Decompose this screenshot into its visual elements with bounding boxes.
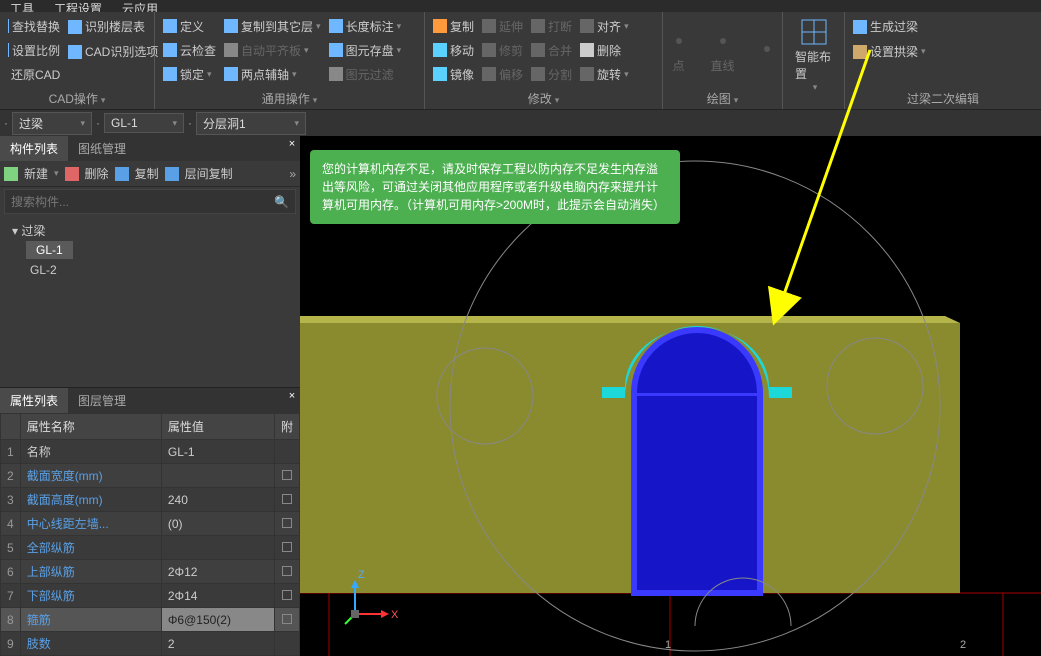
ribbon-btn[interactable]: 锁定▾ bbox=[159, 64, 220, 85]
selector-bar: · 过梁▾ · GL-1▾ · 分层洞1▾ bbox=[0, 110, 1041, 136]
ribbon-group-cad: 查找替换 设置比例 还原CAD 识别楼层表 CAD识别选项 CAD操作▾ bbox=[0, 12, 155, 109]
ribbon-btn[interactable]: 对齐▾ bbox=[576, 16, 633, 37]
table-row[interactable]: 4中心线距左墙...(0) bbox=[1, 512, 300, 536]
axis-x-label: X bbox=[391, 609, 399, 621]
close-icon[interactable]: × bbox=[286, 390, 298, 402]
ribbon-btn[interactable]: 两点辅轴▾ bbox=[220, 64, 325, 85]
memory-warning: 您的计算机内存不足，请及时保存工程以防内存不足发生内存溢出等风险，可通过关闭其他… bbox=[310, 150, 680, 224]
tab-component-list[interactable]: 构件列表 bbox=[0, 136, 68, 161]
ribbon-btn[interactable]: 打断 bbox=[527, 16, 576, 37]
ribbon-group-smart: 智能布置▾ bbox=[783, 12, 845, 109]
ribbon-btn[interactable]: 合并 bbox=[527, 40, 576, 61]
tab-props[interactable]: 属性列表 bbox=[0, 388, 68, 413]
btn-find-replace[interactable]: 查找替换 bbox=[4, 16, 64, 37]
ribbon-btn[interactable]: 分割 bbox=[527, 64, 576, 85]
draw-btn bbox=[745, 14, 789, 86]
ribbon-label: 绘图▾ bbox=[663, 88, 782, 109]
viewport-3d[interactable]: 您的计算机内存不足，请及时保存工程以防内存不足发生内存溢出等风险，可通过关闭其他… bbox=[300, 136, 1041, 656]
dropdown-component-type[interactable]: 过梁▾ bbox=[12, 112, 92, 135]
search-input[interactable]: 搜索构件... 🔍 bbox=[4, 189, 296, 214]
table-row[interactable]: 1名称GL-1 bbox=[1, 440, 300, 464]
ribbon-label: CAD操作▾ bbox=[0, 88, 154, 109]
component-toolbar: 新建▾ 删除 复制 层间复制 » bbox=[0, 161, 300, 187]
tab-drawing-mgmt[interactable]: 图纸管理 bbox=[68, 136, 136, 161]
table-row[interactable]: 5全部纵筋 bbox=[1, 536, 300, 560]
ribbon-btn[interactable]: 图元过滤 bbox=[325, 64, 406, 85]
left-panel: × 构件列表 图纸管理 新建▾ 删除 复制 层间复制 » 搜索构件... 🔍 ▾… bbox=[0, 136, 300, 656]
property-table: 属性名称 属性值 附 1名称GL-12截面宽度(mm)3截面高度(mm)2404… bbox=[0, 413, 300, 656]
draw-btn: 点 bbox=[657, 14, 701, 86]
table-row[interactable]: 3截面高度(mm)240 bbox=[1, 488, 300, 512]
table-row[interactable]: 6上部纵筋2Φ12 bbox=[1, 560, 300, 584]
ribbon-btn[interactable]: 长度标注▾ bbox=[325, 16, 406, 37]
ribbon-btn[interactable]: 移动 bbox=[429, 40, 478, 61]
col-num bbox=[1, 414, 21, 440]
table-row[interactable]: 2截面宽度(mm) bbox=[1, 464, 300, 488]
tree-root[interactable]: ▾ 过梁 bbox=[8, 220, 292, 241]
tree-item[interactable]: GL-1 bbox=[26, 241, 73, 259]
ribbon-btn[interactable]: 复制到其它层▾ bbox=[220, 16, 325, 37]
ribbon-btn[interactable]: 图元存盘▾ bbox=[325, 40, 406, 61]
btn-restore-cad[interactable]: 还原CAD bbox=[4, 64, 64, 85]
ribbon-group-modify: 复制移动镜像 延伸修剪偏移 打断合并分割 对齐▾ 删除旋转▾ 修改▾ bbox=[425, 12, 663, 109]
ribbon-btn[interactable]: 镜像 bbox=[429, 64, 478, 85]
ribbon: 查找替换 设置比例 还原CAD 识别楼层表 CAD识别选项 CAD操作▾ 定义云… bbox=[0, 12, 1041, 110]
table-row[interactable]: 9肢数2 bbox=[1, 632, 300, 656]
ribbon-btn[interactable]: 云检查 bbox=[159, 40, 220, 61]
ribbon-group-draw: 点直线 绘图▾ bbox=[663, 12, 783, 109]
search-icon: 🔍 bbox=[274, 195, 289, 209]
ribbon-btn[interactable]: 自动平齐板▾ bbox=[220, 40, 325, 61]
btn-set-scale[interactable]: 设置比例 bbox=[4, 40, 64, 61]
ribbon-btn[interactable]: 偏移 bbox=[478, 64, 527, 85]
ribbon-label: 修改▾ bbox=[425, 88, 662, 109]
svg-text:1: 1 bbox=[665, 639, 671, 651]
more-icon[interactable]: » bbox=[289, 167, 296, 181]
ribbon-group-lintel: 生成过梁 设置拱梁▾ 过梁二次编辑 bbox=[845, 12, 1041, 109]
axis-z-label: Z bbox=[358, 569, 365, 581]
tree-item[interactable]: GL-2 bbox=[26, 261, 292, 279]
left-tabbar: 构件列表 图纸管理 bbox=[0, 136, 300, 161]
close-icon[interactable]: × bbox=[286, 138, 298, 150]
property-panel: × 属性列表 图层管理 属性名称 属性值 附 1名称GL-12截面宽度(mm)3… bbox=[0, 387, 300, 656]
ribbon-btn[interactable]: 修剪 bbox=[478, 40, 527, 61]
menu-bar: 工具 工程设置 云应用 bbox=[0, 0, 1041, 12]
btn-delete[interactable]: 删除 bbox=[65, 165, 109, 182]
menu-item[interactable]: 云应用 bbox=[112, 0, 168, 12]
svg-text:2: 2 bbox=[960, 639, 966, 651]
ribbon-btn[interactable]: 定义 bbox=[159, 16, 220, 37]
table-row[interactable]: 8箍筋Φ6@150(2) bbox=[1, 608, 300, 632]
tab-layers[interactable]: 图层管理 bbox=[68, 388, 136, 413]
col-name: 属性名称 bbox=[20, 414, 161, 440]
btn-generate-lintel[interactable]: 生成过梁 bbox=[849, 16, 930, 37]
col-attach: 附 bbox=[274, 414, 299, 440]
btn-set-arch[interactable]: 设置拱梁▾ bbox=[849, 41, 930, 62]
btn-cad-options[interactable]: CAD识别选项 bbox=[64, 41, 162, 62]
draw-btn: 直线 bbox=[701, 14, 745, 86]
menu-item[interactable]: 工具 bbox=[0, 0, 44, 12]
menu-item[interactable]: 工程设置 bbox=[44, 0, 112, 12]
btn-identify-floor[interactable]: 识别楼层表 bbox=[64, 16, 162, 37]
dropdown-layer[interactable]: 分层洞1▾ bbox=[196, 112, 306, 135]
smart-place-icon bbox=[800, 18, 828, 46]
btn-copy[interactable]: 复制 bbox=[115, 165, 159, 182]
dropdown-component-name[interactable]: GL-1▾ bbox=[104, 113, 184, 133]
btn-new[interactable]: 新建▾ bbox=[4, 165, 59, 182]
ribbon-group-general: 定义云检查锁定▾ 复制到其它层▾ 自动平齐板▾ 两点辅轴▾ 长度标注▾ 图元存盘▾ 图元过滤… bbox=[155, 12, 425, 109]
btn-smart-place[interactable]: 智能布置▾ bbox=[787, 14, 840, 97]
ribbon-btn[interactable]: 删除 bbox=[576, 40, 633, 61]
col-value: 属性值 bbox=[161, 414, 274, 440]
ribbon-btn[interactable]: 延伸 bbox=[478, 16, 527, 37]
ribbon-label: 通用操作▾ bbox=[155, 88, 424, 109]
table-row[interactable]: 7下部纵筋2Φ14 bbox=[1, 584, 300, 608]
ribbon-btn[interactable]: 复制 bbox=[429, 16, 478, 37]
btn-floor-copy[interactable]: 层间复制 bbox=[165, 165, 233, 182]
ribbon-btn[interactable]: 旋转▾ bbox=[576, 64, 633, 85]
component-tree: ▾ 过梁 GL-1 GL-2 bbox=[0, 216, 300, 387]
ribbon-label: 过梁二次编辑 bbox=[845, 88, 1041, 109]
